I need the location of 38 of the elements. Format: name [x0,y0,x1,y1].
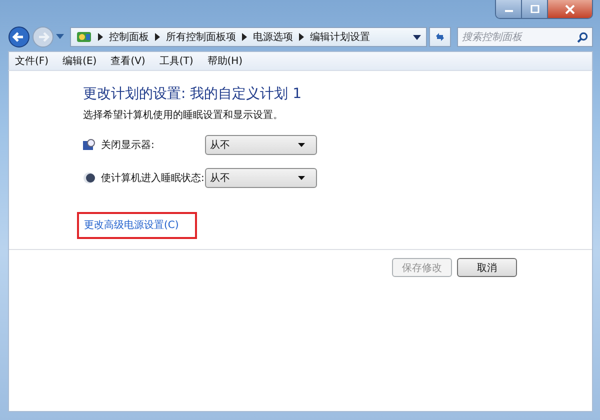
close-button[interactable] [548,0,592,18]
setting-label: 使计算机进入睡眠状态: [101,172,205,185]
menu-item[interactable]: 编辑(E) [62,54,97,68]
dropdown[interactable]: 从不 [205,168,317,188]
menu-item[interactable]: 工具(T) [159,54,194,68]
chevron-icon [155,33,160,41]
page-heading: 更改计划的设置: 我的自定义计划 1 [83,85,302,103]
monitor-clock-icon [83,139,95,151]
dialog-button[interactable]: 取消 [457,258,517,277]
control-panel-icon [76,30,92,44]
menu-item[interactable]: 文件(F) [15,54,49,68]
dropdown-arrow-icon [298,143,305,147]
minimize-button[interactable] [496,0,522,18]
search-icon [577,32,588,43]
dropdown[interactable]: 从不 [205,135,317,155]
chevron-icon [242,33,247,41]
moon-icon [83,172,95,184]
refresh-button[interactable] [429,27,451,47]
dropdown-arrow-icon[interactable] [413,34,421,40]
description-text: 选择希望计算机使用的睡眠设置和显示设置。 [83,108,283,122]
breadcrumb-item[interactable]: 编辑计划设置 [310,30,370,44]
advanced-settings-link[interactable]: 更改高级电源设置(C) [84,220,179,231]
dropdown-arrow-icon [298,176,305,180]
menu-item[interactable]: 查看(V) [110,54,146,68]
close-icon [565,4,575,14]
breadcrumb-item[interactable]: 电源选项 [253,30,293,44]
maximize-icon [530,5,540,13]
address-bar[interactable]: 控制面板 所有控制面板项 电源选项 编辑计划设置 [70,27,427,47]
chevron-icon [98,33,103,41]
back-button[interactable] [8,26,30,48]
setting-label: 关闭显示器: [101,138,156,152]
refresh-icon [434,31,446,43]
maximize-button[interactable] [522,0,548,18]
search-field[interactable]: 搜索控制面板 [457,27,593,47]
chevron-icon [299,33,304,41]
breadcrumb-item[interactable]: 控制面板 [109,30,149,44]
menu-item[interactable]: 帮助(H) [207,54,243,68]
breadcrumb-item[interactable]: 所有控制面板项 [166,30,236,44]
